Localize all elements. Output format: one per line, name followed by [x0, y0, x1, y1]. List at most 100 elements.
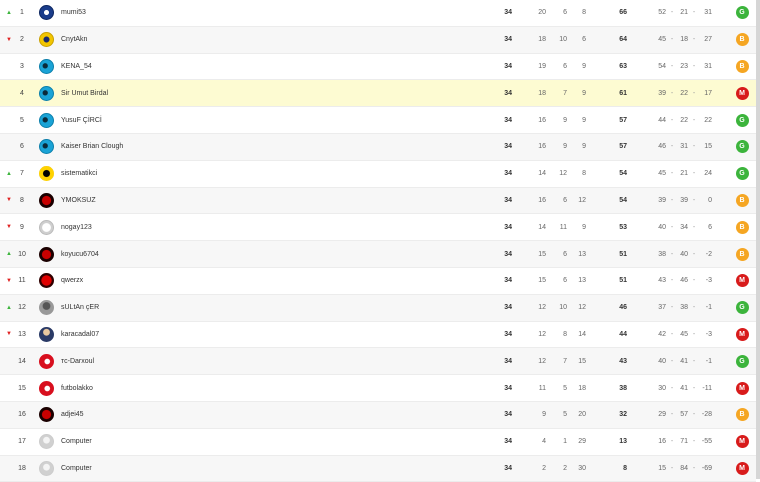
- computer-avatar: [39, 434, 54, 450]
- played: 34: [504, 36, 512, 44]
- lost: 14: [578, 330, 586, 338]
- avatar[interactable]: [38, 0, 55, 26]
- avatar[interactable]: [38, 402, 55, 428]
- form-badge-wrap: M: [735, 268, 749, 294]
- avatar[interactable]: [38, 241, 55, 267]
- won: 16: [538, 116, 546, 124]
- form-badge: M: [735, 435, 749, 449]
- cyan-shark-avatar: [39, 139, 54, 155]
- played: 34: [504, 330, 512, 338]
- cyan-shark-avatar: [39, 85, 54, 101]
- trend-down-icon: ▼: [6, 277, 12, 284]
- table-row[interactable]: 6 Kaiser Brian Clough 34 16 9 9 57 46-31-15 G: [0, 133, 756, 161]
- white-bull-avatar: [39, 219, 54, 235]
- table-row[interactable]: 18 Computer 34 2 2 30 8 15-84- -69 M: [0, 455, 756, 482]
- played: 34: [504, 9, 512, 17]
- goal-difference: 31: [704, 9, 712, 17]
- player-name-link[interactable]: qwerzx: [61, 268, 83, 294]
- form-badge-wrap: M: [735, 375, 749, 401]
- form-badge: M: [735, 86, 749, 100]
- avatar[interactable]: [38, 268, 55, 294]
- avatar[interactable]: [38, 188, 55, 214]
- table-row[interactable]: 3 KENA_54 34 19 6 9 63 54-23-31 B: [0, 53, 756, 81]
- goals-against: 40: [680, 250, 688, 258]
- table-row[interactable]: ▼ 2 CnytAkn 34 18 10 6 64 45-18-27 B: [0, 26, 756, 54]
- avatar[interactable]: [38, 375, 55, 401]
- played: 34: [504, 304, 512, 312]
- player-name-link[interactable]: YusuF ÇİRCİ: [61, 107, 102, 133]
- player-name-link[interactable]: futbolakko: [61, 375, 93, 401]
- lost: 13: [578, 277, 586, 285]
- avatar[interactable]: [38, 27, 55, 53]
- avatar[interactable]: [38, 161, 55, 187]
- played: 34: [504, 89, 512, 97]
- table-row[interactable]: ▼ 13 karacadal07 34 12 8 14 44 42-45- -3 M: [0, 321, 756, 349]
- avatar[interactable]: [38, 456, 55, 482]
- scrollbar[interactable]: [756, 0, 760, 479]
- player-name-link[interactable]: nogay123: [61, 214, 92, 240]
- table-row[interactable]: ▲ 12 sULtAn çER 34 12 10 12 46 37-38- -1 G: [0, 294, 756, 322]
- table-row[interactable]: 15 futbolakko 34 11 5 18 38 30-41- -11 M: [0, 375, 756, 402]
- player-name-link[interactable]: sULtAn çER: [61, 295, 99, 321]
- trend-down-icon: ▼: [6, 36, 12, 43]
- table-row[interactable]: 14 тс-Darxoul 34 12 7 15 43 40-41- -1 G: [0, 348, 756, 376]
- form-badge-wrap: G: [735, 0, 749, 26]
- table-row[interactable]: ▼ 11 qwerzx 34 15 6 13 51 43-46- -3 M: [0, 267, 756, 295]
- avatar[interactable]: [38, 429, 55, 455]
- rank: 4: [20, 89, 24, 97]
- player-name-link[interactable]: sistematikci: [61, 161, 97, 187]
- avatar[interactable]: [38, 348, 55, 374]
- avatar[interactable]: [38, 322, 55, 348]
- avatar[interactable]: [38, 134, 55, 160]
- table-row[interactable]: ▼ 9 nogay123 34 14 11 9 53 40-34-6 B: [0, 214, 756, 242]
- form-badge: B: [735, 59, 749, 73]
- goal-difference: 22: [704, 116, 712, 124]
- rank: 17: [18, 438, 26, 446]
- lost: 18: [578, 384, 586, 392]
- avatar[interactable]: [38, 107, 55, 133]
- player-name-link[interactable]: adjei45: [61, 402, 84, 428]
- player-name-link[interactable]: Kaiser Brian Clough: [61, 134, 123, 160]
- form-badge-wrap: M: [735, 80, 749, 106]
- played: 34: [504, 250, 512, 258]
- player-name-link[interactable]: Computer: [61, 456, 92, 482]
- form-badge-wrap: B: [735, 241, 749, 267]
- player-name-link[interactable]: karacadal07: [61, 322, 99, 348]
- points: 38: [619, 384, 627, 392]
- player-name-link[interactable]: Sir Umut Birdal: [61, 80, 108, 106]
- table-row[interactable]: ▲ 7 sistematikci 34 14 12 8 54 45-21-24 G: [0, 160, 756, 188]
- rank: 11: [18, 277, 26, 285]
- goals-for: 40: [658, 357, 666, 365]
- table-row[interactable]: 17 Computer 34 4 1 29 13 16-71- -55 M: [0, 428, 756, 456]
- player-name-link[interactable]: koyucu6704: [61, 241, 99, 267]
- lost: 13: [578, 250, 586, 258]
- avatar[interactable]: [38, 295, 55, 321]
- table-row[interactable]: 5 YusuF ÇİRCİ 34 16 9 9 57 44-22-22 G: [0, 107, 756, 134]
- table-row[interactable]: ▲ 1 mumi53 34 20 6 8 66 52-21-31 G: [0, 0, 756, 27]
- drawn: 6: [563, 9, 567, 17]
- player-name-link[interactable]: mumi53: [61, 0, 86, 26]
- points: 8: [623, 464, 627, 472]
- lost: 9: [582, 116, 586, 124]
- trend-down-icon: ▼: [6, 197, 12, 204]
- avatar[interactable]: [38, 54, 55, 80]
- table-row[interactable]: ▼ 8 YMOKSUZ 34 16 6 12 54 39-39-0 B: [0, 187, 756, 215]
- goals-for: 54: [658, 62, 666, 70]
- table-row[interactable]: ▲ 10 koyucu6704 34 15 6 13 51 38-40- -2 B: [0, 241, 756, 268]
- table-row[interactable]: 4 Sir Umut Birdal 34 18 7 9 61 39-22-17 M: [0, 80, 756, 108]
- form-badge: M: [735, 461, 749, 475]
- player-name-link[interactable]: KENA_54: [61, 54, 92, 80]
- form-badge: B: [735, 33, 749, 47]
- scrollbar-thumb[interactable]: [756, 0, 760, 479]
- table-row[interactable]: 16 adjei45 34 9 5 20 32 29-57- -28 B: [0, 401, 756, 429]
- player-name-link[interactable]: тс-Darxoul: [61, 348, 94, 374]
- player-name-link[interactable]: Computer: [61, 429, 92, 455]
- player-name-link[interactable]: YMOKSUZ: [61, 188, 96, 214]
- form-badge: G: [735, 301, 749, 315]
- drawn: 8: [563, 330, 567, 338]
- avatar[interactable]: [38, 214, 55, 240]
- won: 15: [538, 277, 546, 285]
- goals-for: 43: [658, 277, 666, 285]
- avatar[interactable]: [38, 80, 55, 106]
- player-name-link[interactable]: CnytAkn: [61, 27, 87, 53]
